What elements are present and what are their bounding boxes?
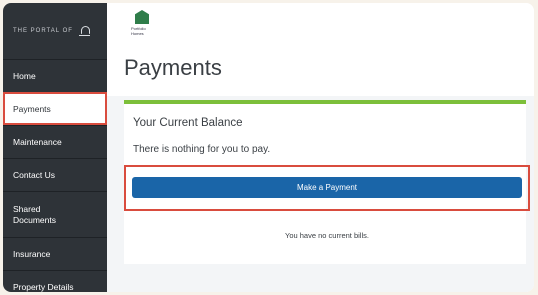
sidebar-item-shared-documents[interactable]: Shared Documents bbox=[3, 191, 107, 237]
sidebar-item-label: Maintenance bbox=[13, 137, 62, 147]
sidebar-item-contact-us[interactable]: Contact Us bbox=[3, 158, 107, 191]
sidebar-item-maintenance[interactable]: Maintenance bbox=[3, 125, 107, 158]
page-header: Portfolio Homes Payments bbox=[107, 3, 534, 96]
app-window: THE PORTAL OF Home Payments Maintenance … bbox=[3, 3, 534, 292]
balance-card: Your Current Balance There is nothing fo… bbox=[124, 100, 530, 264]
payment-button-highlight: Make a Payment bbox=[124, 165, 530, 211]
main-content: Portfolio Homes Payments Your Current Ba… bbox=[107, 3, 534, 292]
sidebar-item-label: Contact Us bbox=[13, 170, 56, 180]
sidebar-item-label: Payments bbox=[13, 104, 51, 114]
bills-note: You have no current bills. bbox=[285, 231, 369, 240]
page-title: Payments bbox=[124, 55, 222, 80]
sidebar: THE PORTAL OF Home Payments Maintenance … bbox=[3, 3, 107, 292]
sidebar-item-label: Property Details bbox=[13, 282, 74, 292]
company-logo[interactable]: Portfolio Homes bbox=[131, 10, 157, 36]
sidebar-item-label: Home bbox=[13, 71, 36, 81]
balance-heading: Your Current Balance bbox=[133, 117, 243, 129]
sidebar-item-insurance[interactable]: Insurance bbox=[3, 237, 107, 270]
sidebar-item-label: Insurance bbox=[13, 249, 51, 259]
house-logo-icon bbox=[135, 10, 149, 24]
portal-label: THE PORTAL OF bbox=[13, 28, 73, 34]
sidebar-item-property-details[interactable]: Property Details bbox=[3, 270, 107, 292]
sidebar-item-label: Shared Documents bbox=[13, 203, 56, 225]
make-payment-button[interactable]: Make a Payment bbox=[132, 177, 522, 198]
sidebar-item-home[interactable]: Home bbox=[3, 59, 107, 92]
sidebar-item-payments[interactable]: Payments bbox=[3, 92, 107, 125]
logo-text: Portfolio Homes bbox=[131, 26, 146, 36]
bell-icon[interactable] bbox=[78, 26, 90, 36]
sidebar-header: THE PORTAL OF bbox=[3, 3, 107, 59]
balance-message: There is nothing for you to pay. bbox=[133, 144, 271, 155]
